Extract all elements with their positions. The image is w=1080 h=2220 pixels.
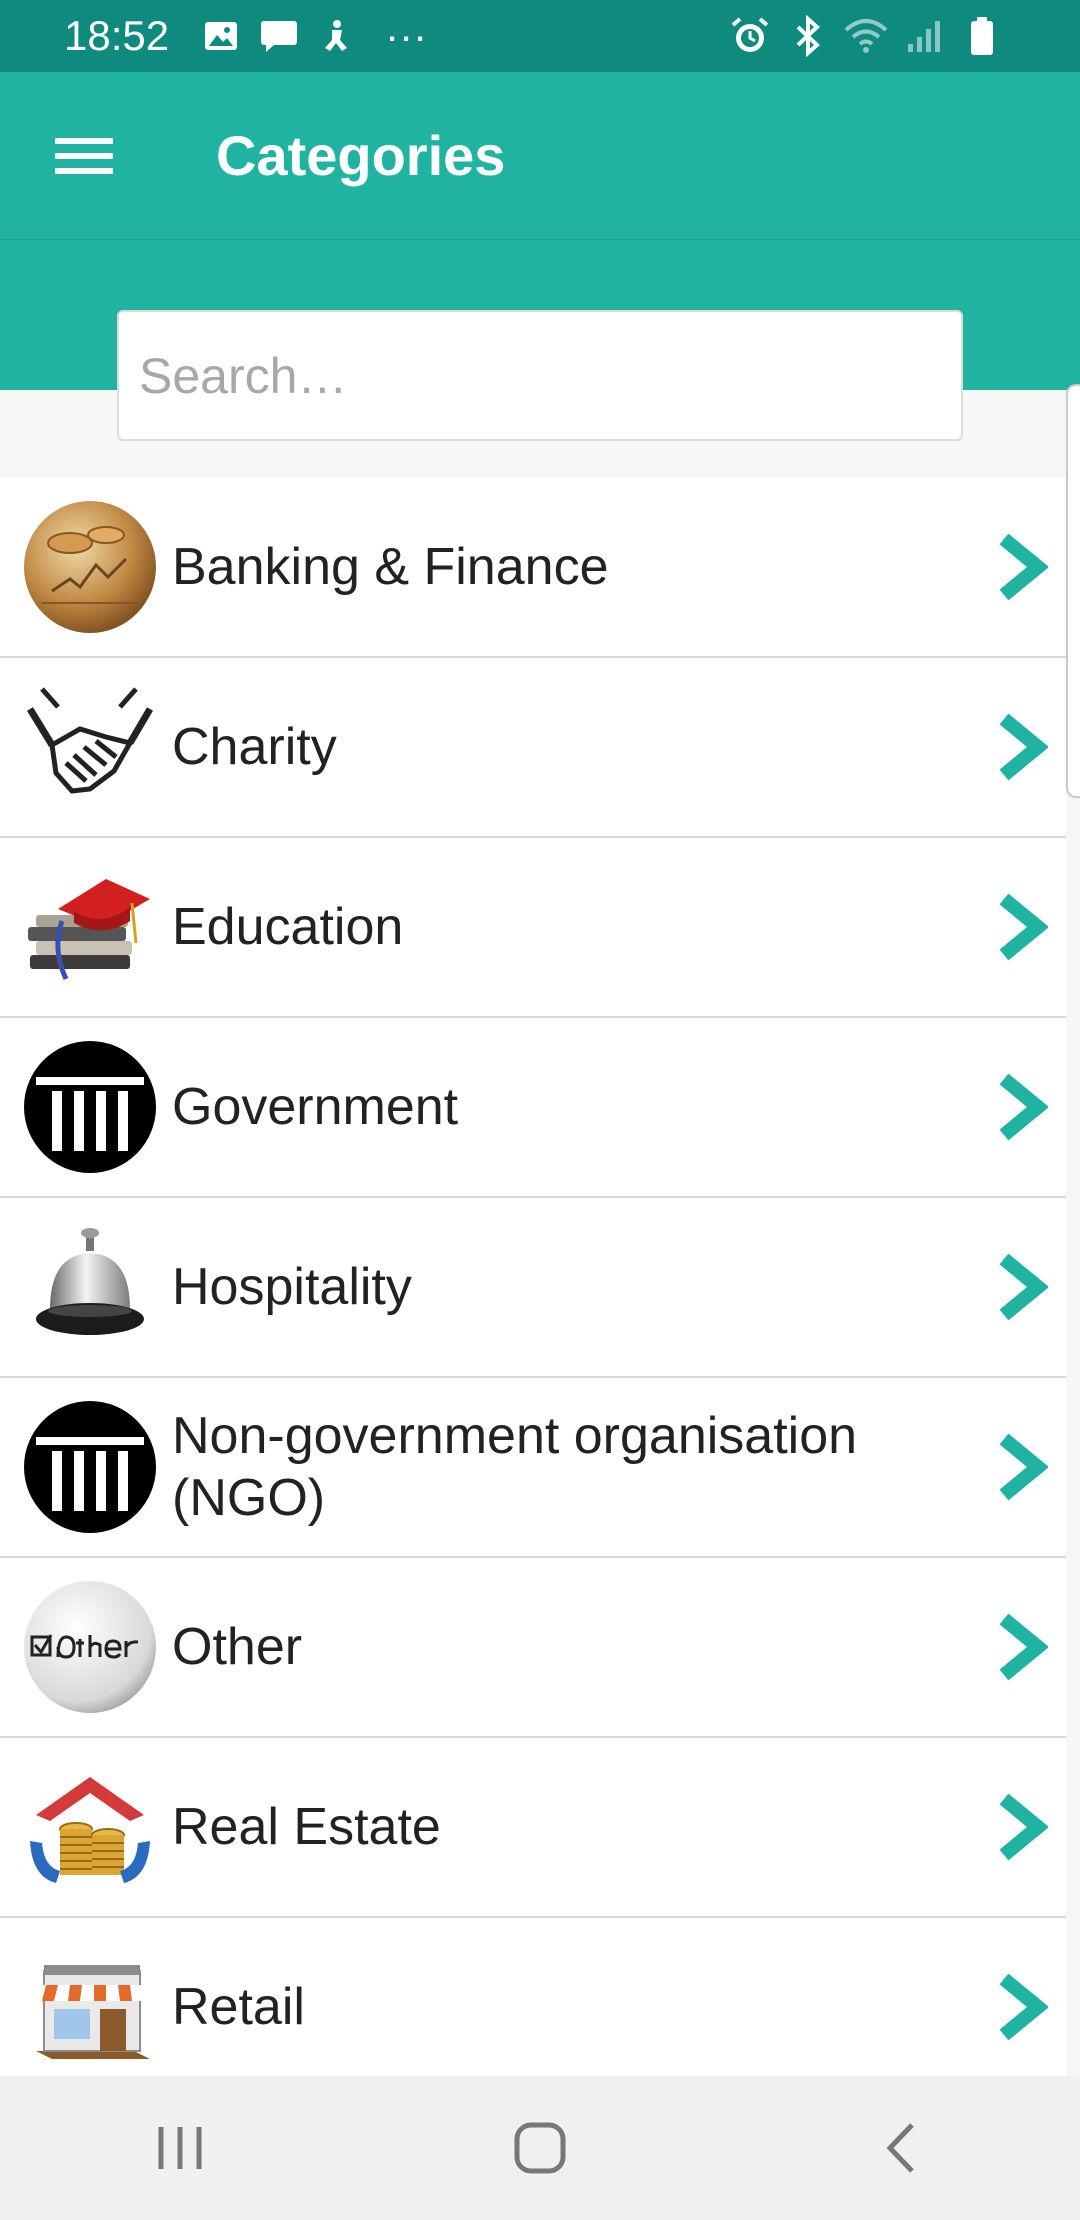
recent-apps-icon bbox=[158, 2127, 202, 2169]
graduation-cap-books-icon bbox=[22, 859, 158, 995]
category-label: Retail bbox=[172, 1978, 305, 2036]
accessibility-icon bbox=[313, 12, 361, 60]
message-icon bbox=[255, 12, 303, 60]
app-bar: Categories bbox=[0, 72, 1080, 240]
bluetooth-icon bbox=[784, 12, 832, 60]
category-item-government[interactable]: Government bbox=[0, 1018, 1066, 1198]
recent-apps-button[interactable] bbox=[110, 2098, 250, 2198]
category-item-ngo[interactable]: Non-government organisation (NGO) bbox=[0, 1378, 1066, 1558]
home-button[interactable] bbox=[470, 2098, 610, 2198]
search-field[interactable] bbox=[117, 310, 963, 441]
chevron-right-icon bbox=[999, 893, 1048, 961]
other-badge-icon bbox=[22, 1579, 158, 1715]
category-item-hospitality[interactable]: Hospitality bbox=[0, 1198, 1066, 1378]
category-item-education[interactable]: Education bbox=[0, 838, 1066, 1018]
columns-building-icon bbox=[22, 1399, 158, 1535]
back-button[interactable] bbox=[830, 2098, 970, 2198]
battery-icon bbox=[958, 12, 1006, 60]
system-nav-bar bbox=[0, 2076, 1080, 2220]
category-item-real-estate[interactable]: Real Estate bbox=[0, 1738, 1066, 1918]
category-label: Hospitality bbox=[172, 1258, 412, 1316]
house-coins-icon bbox=[22, 1759, 158, 1895]
category-label: Banking & Finance bbox=[172, 538, 609, 596]
hamburger-icon bbox=[55, 129, 113, 183]
category-label: Non-government organisation (NGO) bbox=[172, 1407, 858, 1527]
coins-icon bbox=[22, 499, 158, 635]
status-bar: 18:52 ··· bbox=[0, 0, 1080, 72]
category-item-retail[interactable]: Retail bbox=[0, 1918, 1066, 2098]
storefront-icon bbox=[22, 1939, 158, 2075]
signal-icon bbox=[900, 12, 948, 60]
chevron-right-icon bbox=[999, 533, 1048, 601]
back-icon bbox=[886, 2123, 914, 2173]
chevron-right-icon bbox=[999, 1613, 1048, 1681]
home-icon bbox=[514, 2122, 566, 2174]
chevron-right-icon bbox=[999, 1793, 1048, 1861]
chevron-right-icon bbox=[999, 1253, 1048, 1321]
page-title: Categories bbox=[216, 124, 506, 187]
category-item-other[interactable]: Other bbox=[0, 1558, 1066, 1738]
category-item-charity[interactable]: Charity bbox=[0, 658, 1066, 838]
chevron-right-icon bbox=[999, 713, 1048, 781]
handshake-icon bbox=[22, 679, 158, 815]
alarm-icon bbox=[726, 12, 774, 60]
category-label: Charity bbox=[172, 718, 337, 776]
category-item-banking-finance[interactable]: Banking & Finance bbox=[0, 478, 1066, 658]
category-label: Government bbox=[172, 1078, 459, 1136]
menu-button[interactable] bbox=[0, 72, 168, 240]
status-more-dots: ··· bbox=[385, 12, 428, 59]
service-bell-icon bbox=[22, 1219, 158, 1355]
category-label: Other bbox=[172, 1618, 303, 1676]
category-label: Real Estate bbox=[172, 1798, 441, 1856]
chevron-right-icon bbox=[999, 1973, 1048, 2041]
category-list: Banking & Finance Charity Education Gove… bbox=[0, 478, 1066, 2098]
wifi-icon bbox=[842, 12, 890, 60]
category-label: Education bbox=[172, 898, 404, 956]
columns-building-icon bbox=[22, 1039, 158, 1175]
gallery-icon bbox=[197, 12, 245, 60]
status-time: 18:52 bbox=[64, 12, 170, 59]
chevron-right-icon bbox=[999, 1433, 1048, 1501]
chevron-right-icon bbox=[999, 1073, 1048, 1141]
scroll-indicator[interactable] bbox=[1066, 384, 1080, 798]
search-input[interactable] bbox=[139, 346, 941, 405]
